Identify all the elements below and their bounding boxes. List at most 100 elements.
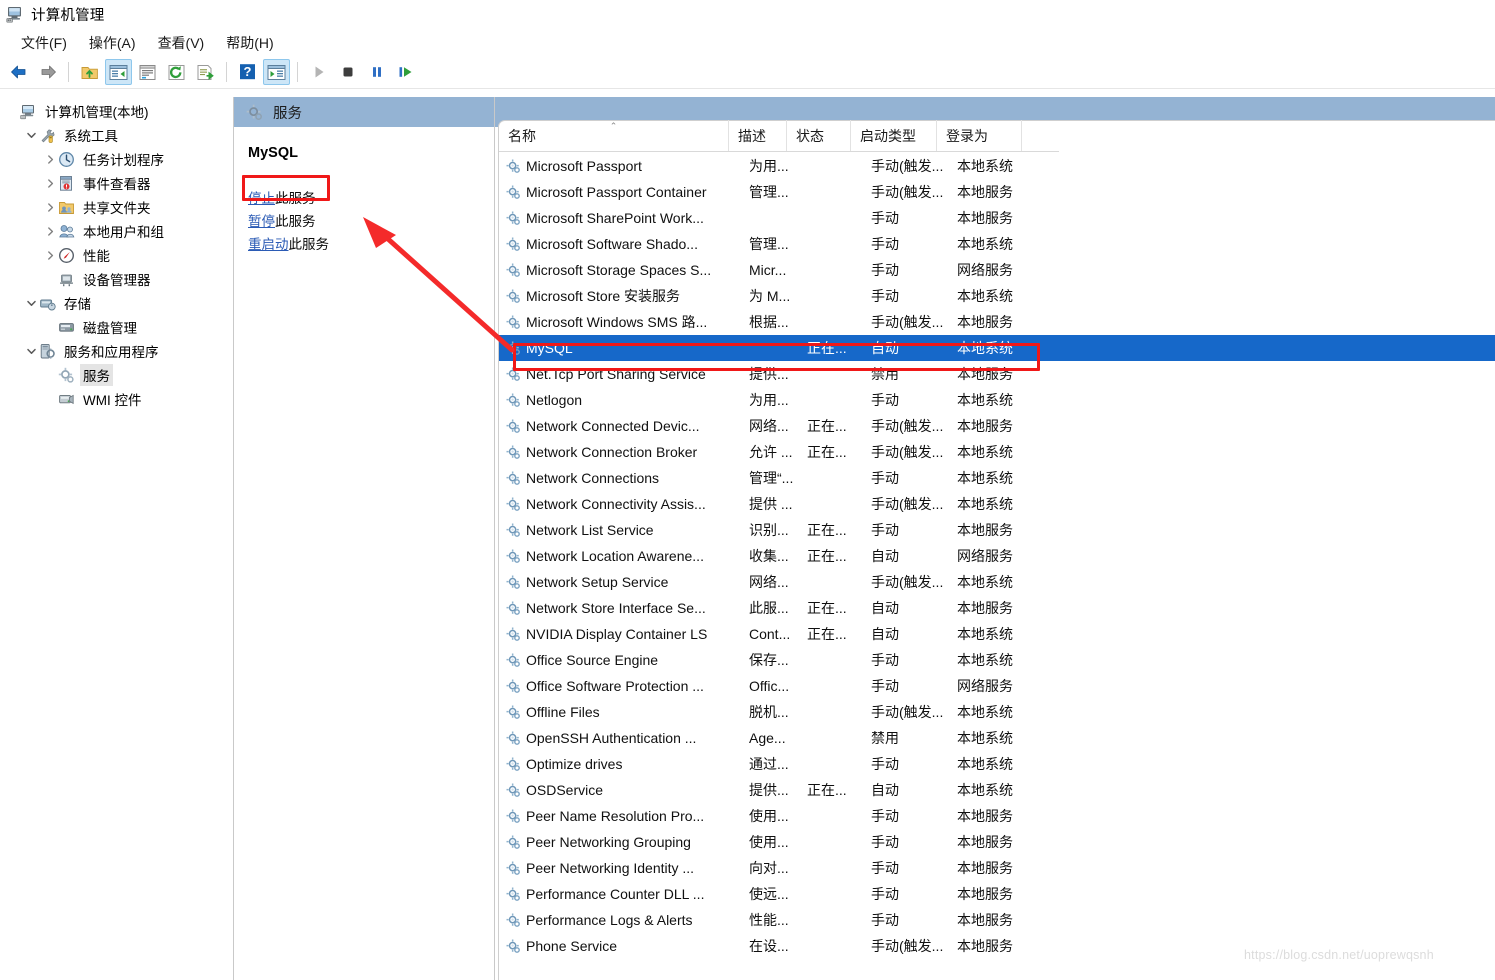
cell-desc: 收集... — [749, 548, 789, 564]
refresh-button[interactable] — [163, 59, 190, 85]
table-row[interactable]: Network Connectivity Assis... 提供 ... 手动(触发… — [499, 491, 1495, 517]
services-table-body[interactable]: Microsoft Passport 为用... 手动(触发... 本地系统 Micro… — [499, 153, 1495, 980]
pause-this-service-link[interactable]: 暂停此服务 — [248, 210, 494, 233]
detail-pane-header: 服务 — [234, 97, 494, 127]
chevron-down-icon[interactable] — [23, 343, 39, 359]
table-row[interactable]: Microsoft Storage Spaces S... Micr... 手动 网络… — [499, 257, 1495, 283]
menu-view[interactable]: 查看(V) — [147, 31, 216, 55]
chevron-down-icon[interactable] — [23, 127, 39, 143]
table-row[interactable]: Microsoft Passport 为用... 手动(触发... 本地系统 — [499, 153, 1495, 179]
table-row[interactable]: Peer Name Resolution Pro... 使用... 手动 本地服务 — [499, 803, 1495, 829]
cell-start: 手动(触发... — [871, 704, 944, 720]
tree-item-11[interactable]: 服务 — [0, 363, 233, 387]
tree-item-12[interactable]: WMI 控件 — [0, 387, 233, 411]
menu-help[interactable]: 帮助(H) — [215, 31, 284, 55]
service-gear-icon — [499, 237, 525, 252]
table-row[interactable]: Optimize drives 通过... 手动 本地系统 — [499, 751, 1495, 777]
table-row[interactable]: Microsoft Passport Container 管理... 手动(触发..… — [499, 179, 1495, 205]
show-hide-console-tree-button[interactable] — [105, 59, 132, 85]
chevron-right-icon[interactable] — [42, 151, 58, 167]
tree-item-0[interactable]: 计算机管理(本地) — [0, 99, 233, 123]
table-row[interactable]: Network Store Interface Se... 此服... 正在... 自… — [499, 595, 1495, 621]
action-pane-icon — [267, 64, 286, 80]
menu-action[interactable]: 操作(A) — [78, 31, 147, 55]
restart-this-service-link-anchor[interactable]: 重启动 — [248, 237, 289, 252]
pause-service-button[interactable] — [363, 59, 390, 85]
column-header-start[interactable]: 启动类型 — [851, 120, 937, 151]
forward-button[interactable] — [34, 59, 61, 85]
tree-item-label: 性能 — [83, 249, 110, 264]
cell-logon: 本地服务 — [957, 938, 1013, 954]
tree-item-8[interactable]: 存储 — [0, 291, 233, 315]
table-row[interactable]: Microsoft Windows SMS 路... 根据... 手动(触发... 本… — [499, 309, 1495, 335]
table-row[interactable]: Network Connected Devic... 网络... 正在... 手动(触… — [499, 413, 1495, 439]
back-button[interactable] — [5, 59, 32, 85]
export-list-button[interactable] — [192, 59, 219, 85]
console-tree-pane[interactable]: 计算机管理(本地) 系统工具 任务计划程序 事件查看器 共享文件夹 本地用户和组性能设备管… — [0, 97, 234, 980]
table-row[interactable]: Network Setup Service 网络... 手动(触发... 本地系统 — [499, 569, 1495, 595]
tree-item-3[interactable]: 事件查看器 — [0, 171, 233, 195]
table-row[interactable]: Network Connection Broker 允许 ... 正在... 手动(触… — [499, 439, 1495, 465]
table-row[interactable]: Peer Networking Grouping 使用... 手动 本地服务 — [499, 829, 1495, 855]
stop-this-service-link-anchor[interactable]: 停止 — [248, 191, 275, 206]
table-row[interactable]: MySQL 正在... 自动 本地系统 — [499, 335, 1495, 361]
tree-item-6[interactable]: 性能 — [0, 243, 233, 267]
cell-logon: 本地服务 — [957, 808, 1013, 824]
cell-start: 手动(触发... — [871, 314, 944, 330]
chevron-right-icon[interactable] — [42, 199, 58, 215]
table-row[interactable]: Microsoft Store 安装服务 为 M... 手动 本地系统 — [499, 283, 1495, 309]
stop-this-service-link[interactable]: 停止此服务 — [248, 187, 494, 210]
table-row[interactable]: Performance Counter DLL ... 使远... 手动 本地服务 — [499, 881, 1495, 907]
restart-this-service-link[interactable]: 重启动此服务 — [248, 233, 494, 256]
table-row[interactable]: Peer Networking Identity ... 向对... 手动 本地服务 — [499, 855, 1495, 881]
start-service-button[interactable] — [305, 59, 332, 85]
column-header-label: 登录为 — [946, 128, 988, 144]
tree-item-9[interactable]: 磁盘管理 — [0, 315, 233, 339]
chevron-right-icon[interactable] — [42, 175, 58, 191]
table-row[interactable]: Performance Logs & Alerts 性能... 手动 本地服务 — [499, 907, 1495, 933]
tree-item-2[interactable]: 任务计划程序 — [0, 147, 233, 171]
properties-button[interactable] — [134, 59, 161, 85]
table-row[interactable]: NVIDIA Display Container LS Cont... 正在... 自… — [499, 621, 1495, 647]
column-header-desc[interactable]: 描述 — [729, 120, 787, 151]
table-row[interactable]: Microsoft SharePoint Work... 手动 本地服务 — [499, 205, 1495, 231]
table-row[interactable]: Microsoft Software Shado... 管理... 手动 本地系统 — [499, 231, 1495, 257]
table-row[interactable]: Offline Files 脱机... 手动(触发... 本地系统 — [499, 699, 1495, 725]
cell-logon: 本地系统 — [957, 782, 1013, 798]
show-action-pane-button[interactable] — [263, 59, 290, 85]
computer-icon — [20, 103, 37, 120]
table-row[interactable]: OSDService 提供... 正在... 自动 本地系统 — [499, 777, 1495, 803]
column-header-name[interactable]: ⌃ 名称 — [499, 120, 729, 151]
service-gear-icon — [499, 497, 525, 512]
chevron-right-icon[interactable] — [42, 247, 58, 263]
help-button[interactable]: ? — [234, 59, 261, 85]
tree-item-4[interactable]: 共享文件夹 — [0, 195, 233, 219]
service-gear-icon — [499, 185, 525, 200]
table-row[interactable]: Network Connections 管理“... 手动 本地系统 — [499, 465, 1495, 491]
title-bar: 计算机管理 — [0, 0, 1495, 28]
table-row[interactable]: Netlogon 为用... 手动 本地系统 — [499, 387, 1495, 413]
tree-item-5[interactable]: 本地用户和组 — [0, 219, 233, 243]
chevron-down-icon[interactable] — [23, 295, 39, 311]
table-row[interactable]: Office Software Protection ... Offic... 手动… — [499, 673, 1495, 699]
stop-service-button[interactable] — [334, 59, 361, 85]
restart-service-button[interactable] — [392, 59, 419, 85]
tree-item-10[interactable]: 服务和应用程序 — [0, 339, 233, 363]
column-header-logon[interactable]: 登录为 — [937, 120, 1022, 151]
table-row[interactable]: Office Source Engine 保存... 手动 本地系统 — [499, 647, 1495, 673]
column-header-status[interactable]: 状态 — [787, 120, 851, 151]
table-row[interactable]: Network List Service 识别... 正在... 手动 本地服务 — [499, 517, 1495, 543]
chevron-right-icon[interactable] — [42, 223, 58, 239]
cell-name: Microsoft Windows SMS 路... — [526, 314, 708, 330]
table-row[interactable]: Network Location Awarene... 收集... 正在... 自动 网… — [499, 543, 1495, 569]
table-row[interactable]: OpenSSH Authentication ... Age... 禁用 本地系统 — [499, 725, 1495, 751]
cell-logon: 本地系统 — [957, 444, 1013, 460]
table-row[interactable]: Net.Tcp Port Sharing Service 提供... 禁用 本地服务 — [499, 361, 1495, 387]
services-table-header[interactable]: ⌃ 名称 描述 状态 启动类型 登录为 — [499, 120, 1059, 152]
tree-item-1[interactable]: 系统工具 — [0, 123, 233, 147]
tree-item-7[interactable]: 设备管理器 — [0, 267, 233, 291]
up-one-level-button[interactable] — [76, 59, 103, 85]
cell-start: 手动 — [871, 236, 899, 252]
pause-this-service-link-anchor[interactable]: 暂停 — [248, 214, 275, 229]
menu-file[interactable]: 文件(F) — [10, 31, 78, 55]
